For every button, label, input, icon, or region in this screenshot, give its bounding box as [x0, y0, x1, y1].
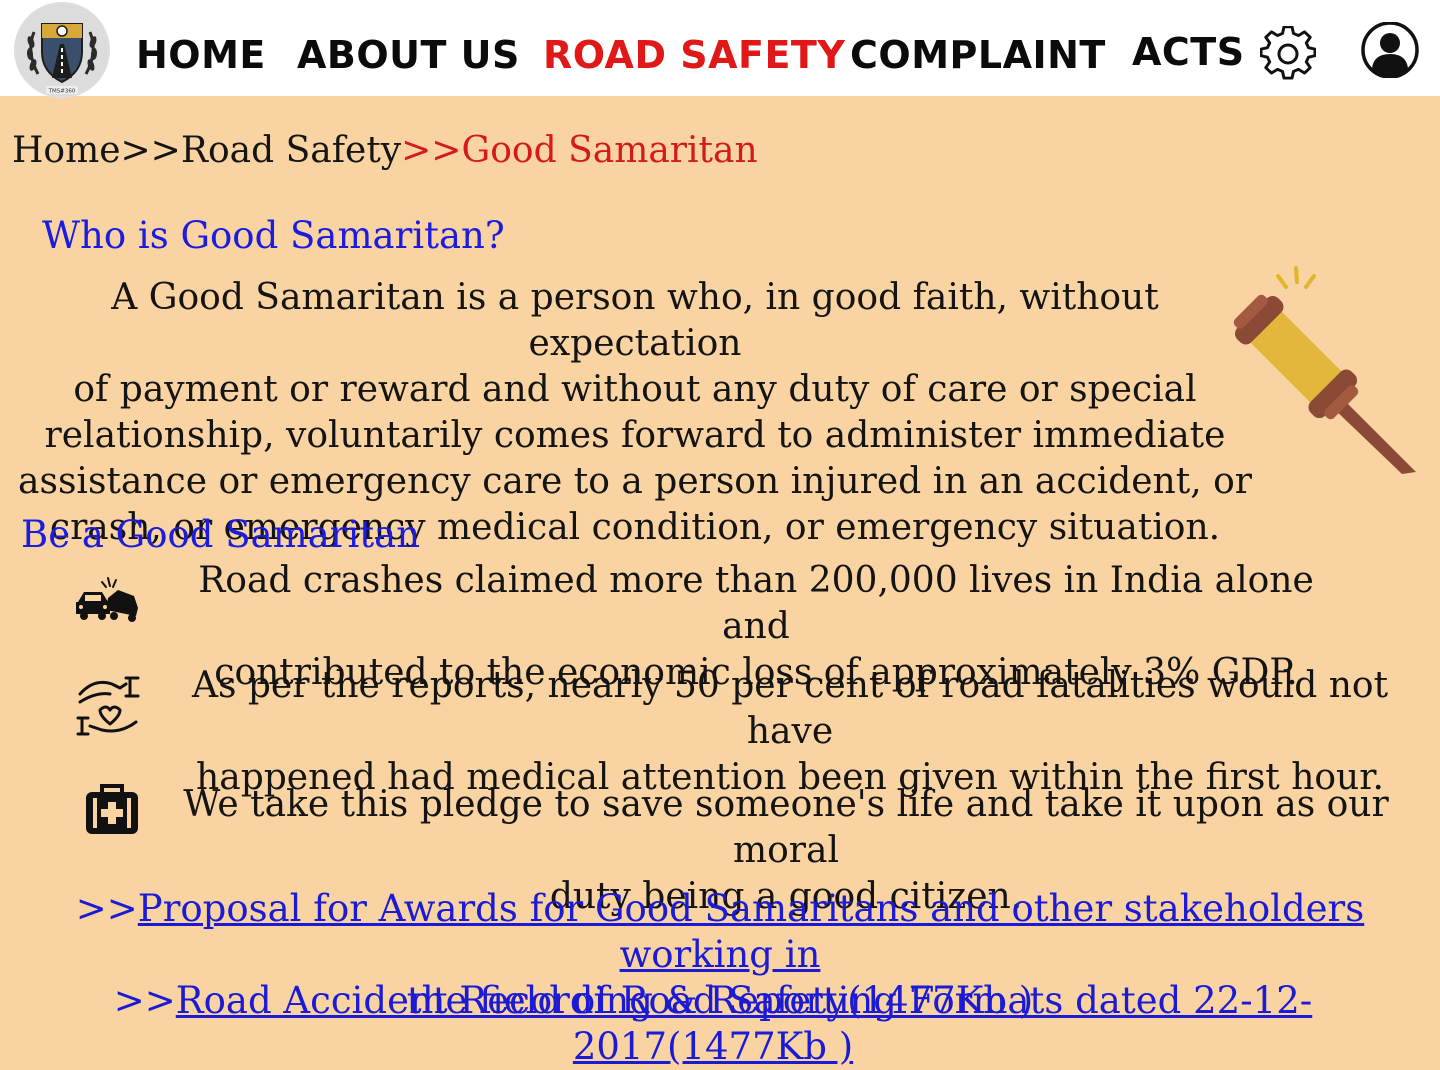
first-aid-kit-icon — [86, 784, 138, 834]
breadcrumb-home[interactable]: Home — [12, 130, 121, 171]
fact-line: As per the reports, nearly 50 per cent o… — [191, 665, 1389, 752]
definition-line: of payment or reward and without any dut… — [73, 369, 1197, 410]
emblem-logo-icon: TMS#360 — [16, 4, 108, 96]
accident-formats-link-block: >>Road Accident Recording & Reporting Fo… — [0, 978, 1426, 1070]
link-prefix: >> — [75, 887, 138, 930]
settings-button[interactable] — [1259, 25, 1317, 82]
fact-line: Road crashes claimed more than 200,000 l… — [198, 560, 1314, 647]
definition-line: A Good Samaritan is a person who, in goo… — [111, 277, 1159, 364]
definition-paragraph: A Good Samaritan is a person who, in goo… — [0, 275, 1270, 551]
nav-road-safety[interactable]: ROAD SAFETY — [543, 30, 845, 80]
breadcrumb-separator: >> — [120, 130, 181, 171]
gear-icon — [1259, 25, 1317, 80]
logo-caption: TMS#360 — [48, 89, 76, 95]
user-icon — [1361, 21, 1419, 79]
definition-line: assistance or emergency care to a person… — [18, 461, 1252, 502]
awards-proposal-link[interactable]: Proposal for Awards for Good Samaritans … — [138, 887, 1364, 976]
nav-acts[interactable]: ACTS — [1132, 27, 1245, 77]
section-heading-who: Who is Good Samaritan? — [42, 214, 505, 257]
profile-button[interactable] — [1360, 21, 1420, 79]
breadcrumb-current: Good Samaritan — [461, 130, 758, 171]
fact-line: We take this pledge to save someone's li… — [183, 784, 1389, 871]
definition-line: relationship, voluntarily comes forward … — [44, 415, 1226, 456]
breadcrumb-road-safety[interactable]: Road Safety — [181, 130, 401, 171]
nav-about-us[interactable]: ABOUT US — [297, 30, 520, 80]
fact-golden-hour: As per the reports, nearly 50 per cent o… — [160, 663, 1420, 801]
link-prefix: >> — [113, 979, 176, 1022]
helping-hands-icon — [76, 676, 140, 736]
top-navigation-bar: TMS#360 HOME ABOUT US ROAD SAFETY COMPLA… — [0, 0, 1440, 98]
section-heading-be: Be a Good Samaritan — [21, 513, 421, 556]
gavel-icon — [1233, 266, 1416, 474]
nav-home[interactable]: HOME — [136, 30, 266, 80]
breadcrumb: Home>>Road Safety>>Good Samaritan — [12, 128, 758, 174]
car-crash-icon — [76, 577, 138, 622]
nav-complaint[interactable]: COMPLAINT — [850, 30, 1106, 80]
site-logo[interactable]: TMS#360 — [14, 2, 110, 98]
breadcrumb-separator: >> — [401, 130, 462, 171]
